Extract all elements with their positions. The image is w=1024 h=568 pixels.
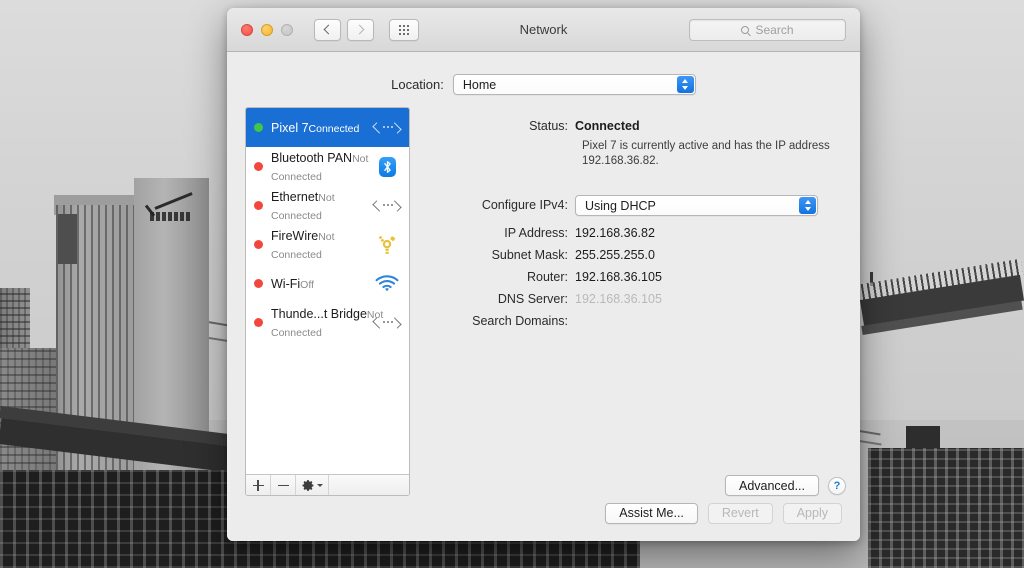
service-list-panel: Pixel 7Connected Bluetooth PANNot Connect… <box>245 107 410 496</box>
service-text: Thunde...t BridgeNot Connected <box>271 305 383 341</box>
detail-row: Router: 192.168.36.105 <box>423 266 846 288</box>
detail-row: Search Domains: <box>423 310 846 332</box>
service-text: Bluetooth PANNot Connected <box>271 149 368 185</box>
status-indicator-dot <box>254 201 263 210</box>
zoom-button <box>281 23 293 36</box>
detail-value: 192.168.36.105 <box>575 270 662 284</box>
service-text: EthernetNot Connected <box>271 188 366 224</box>
window-bottom-bar: Assist Me... Revert Apply <box>227 485 860 541</box>
detail-label: Search Domains: <box>472 314 568 328</box>
firewire-icon <box>376 234 398 256</box>
location-popup-button[interactable]: Home <box>452 74 696 95</box>
service-list-item[interactable]: FireWireNot Connected <box>246 225 409 264</box>
verizon-wordmark <box>150 212 192 221</box>
revert-button: Revert <box>707 502 773 524</box>
detail-label: IP Address: <box>504 226 568 240</box>
close-button[interactable] <box>241 23 253 36</box>
detail-row: IP Address: 192.168.36.82 <box>423 222 846 244</box>
service-icon <box>372 312 402 334</box>
status-indicator-dot <box>254 123 263 132</box>
service-detail-panel: Status: Connected Pixel 7 is currently a… <box>423 107 846 496</box>
location-row: Location: Home <box>227 52 860 95</box>
tower-dark-panel <box>58 214 77 264</box>
configure-ipv4-value: Using DHCP <box>585 198 656 213</box>
detail-label: Subnet Mask: <box>491 248 568 262</box>
service-status: Off <box>300 278 314 291</box>
location-value: Home <box>462 77 497 92</box>
service-text: Wi-FiOff <box>271 275 366 293</box>
main-content: Pixel 7Connected Bluetooth PANNot Connect… <box>227 95 860 496</box>
status-label: Status: <box>529 119 568 133</box>
configure-ipv4-row: Configure IPv4: Using DHCP <box>423 195 846 216</box>
wifi-icon <box>375 275 399 292</box>
chevron-left-icon <box>323 24 334 35</box>
ethernet-chevron-icon <box>372 199 402 213</box>
window-body: Location: Home Pixel 7Connected Bluetooth… <box>227 52 860 541</box>
network-preferences-window: Network Search Location: Home Pixel 7Con… <box>227 8 860 541</box>
status-description: Pixel 7 is currently active and has the … <box>582 140 830 167</box>
service-name: Pixel 7 <box>271 120 309 135</box>
service-list-item[interactable]: Bluetooth PANNot Connected <box>246 147 409 186</box>
detail-label: DNS Server: <box>497 292 568 306</box>
back-button[interactable] <box>314 18 341 41</box>
detail-value: 192.168.36.82 <box>575 226 655 240</box>
search-icon <box>741 25 750 34</box>
location-label: Location: <box>391 77 444 92</box>
verizon-checkmark-logo <box>146 192 194 214</box>
navigation-button-group <box>314 18 374 41</box>
service-list-item[interactable]: EthernetNot Connected <box>246 186 409 225</box>
service-status: Connected <box>308 122 360 135</box>
service-name: Bluetooth PAN <box>271 150 353 165</box>
service-name: Wi-Fi <box>271 276 301 291</box>
popup-arrows-icon <box>799 197 816 214</box>
popup-arrows-icon <box>676 76 694 93</box>
status-indicator-dot <box>254 318 263 327</box>
configure-ipv4-label: Configure IPv4: <box>481 198 568 212</box>
service-name: FireWire <box>271 228 319 243</box>
service-icon <box>372 117 402 139</box>
traffic-light-group <box>241 23 293 36</box>
service-icon <box>374 234 400 256</box>
status-value: Connected <box>575 119 640 133</box>
search-placeholder: Search <box>755 22 794 37</box>
status-indicator-dot <box>254 279 263 288</box>
detail-label: Router: <box>527 270 568 284</box>
ethernet-chevron-icon <box>372 121 402 135</box>
service-list-item[interactable]: Wi-FiOff <box>246 264 409 303</box>
search-input[interactable]: Search <box>689 18 846 41</box>
show-all-grid-icon <box>399 24 409 35</box>
status-indicator-dot <box>254 162 263 171</box>
service-name: Thunde...t Bridge <box>271 306 367 321</box>
status-row: Status: Connected <box>423 115 846 137</box>
service-list-item[interactable]: Pixel 7Connected <box>246 108 409 147</box>
service-icon <box>372 195 402 217</box>
minimize-button[interactable] <box>261 23 273 36</box>
assist-me-button[interactable]: Assist Me... <box>605 502 698 524</box>
service-text: FireWireNot Connected <box>271 227 366 263</box>
service-name: Ethernet <box>271 189 319 204</box>
background-housing-right <box>868 448 1024 568</box>
chevron-right-icon <box>354 24 365 35</box>
configure-ipv4-popup-button[interactable]: Using DHCP <box>575 195 818 216</box>
network-detail-rows: IP Address: 192.168.36.82 Subnet Mask: 255.… <box>423 222 846 332</box>
service-list-item[interactable]: Thunde...t BridgeNot Connected <box>246 303 409 342</box>
service-text: Pixel 7Connected <box>271 119 366 137</box>
service-icon <box>374 156 400 178</box>
desktop-background: Network Search Location: Home Pixel 7Con… <box>0 0 1024 568</box>
detail-value: 192.168.36.105 <box>575 292 662 306</box>
bluetooth-icon <box>378 156 396 177</box>
detail-row: Subnet Mask: 255.255.255.0 <box>423 244 846 266</box>
detail-row: DNS Server: 192.168.36.105 <box>423 288 846 310</box>
detail-value: 255.255.255.0 <box>575 248 655 262</box>
service-list[interactable]: Pixel 7Connected Bluetooth PANNot Connect… <box>246 108 409 474</box>
window-titlebar: Network Search <box>227 8 860 52</box>
service-icon <box>374 273 400 295</box>
ethernet-chevron-icon <box>372 316 402 330</box>
apply-button: Apply <box>782 502 842 524</box>
show-all-button[interactable] <box>389 18 419 41</box>
forward-button <box>347 18 374 41</box>
status-indicator-dot <box>254 240 263 249</box>
